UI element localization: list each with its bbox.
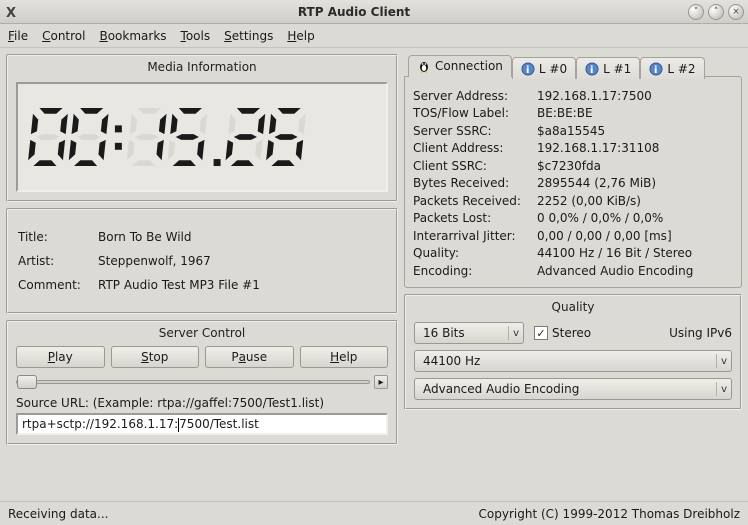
title-label: Title: [18, 230, 98, 244]
packets-lost-label: Packets Lost: [413, 211, 537, 225]
encoding-combo-value: Advanced Audio Encoding [423, 382, 579, 396]
source-url-input[interactable]: rtpa+sctp://192.168.1.17:7500/Test.list [16, 413, 388, 435]
connection-panel: Connection i L #0 i L #1 i [404, 54, 742, 288]
quality-value: 44100 Hz / 16 Bit / Stereo [537, 246, 692, 260]
info-icon: i [585, 62, 599, 76]
client-address-label: Client Address: [413, 141, 537, 155]
svg-text:i: i [654, 65, 657, 76]
artist-value: Steppenwolf, 1967 [98, 254, 211, 268]
position-slider[interactable]: ▸ [16, 374, 388, 390]
client-ssrc-label: Client SSRC: [413, 159, 537, 173]
packets-received-label: Packets Received: [413, 194, 537, 208]
help-button[interactable]: Help [300, 346, 389, 368]
titlebar: X RTP Audio Client ˅ ˄ × [0, 0, 748, 24]
info-icon: i [521, 62, 535, 76]
title-value: Born To Be Wild [98, 230, 191, 244]
tab-connection[interactable]: Connection [408, 55, 512, 77]
tos-value: BE:BE:BE [537, 106, 593, 120]
artist-label: Artist: [18, 254, 98, 268]
comment-label: Comment: [18, 278, 98, 292]
info-icon: i [649, 62, 663, 76]
menubar: File Control Bookmarks Tools Settings He… [0, 24, 748, 48]
statusbar: Receiving data... Copyright (C) 1999-201… [0, 501, 748, 525]
status-right: Copyright (C) 1999-2012 Thomas Dreibholz [479, 507, 740, 521]
encoding-combo[interactable]: Advanced Audio Encoding v [414, 378, 732, 400]
rate-combo-value: 44100 Hz [423, 354, 480, 368]
pause-button[interactable]: Pause [205, 346, 294, 368]
tab-l0-label: L #0 [539, 62, 567, 76]
stereo-label: Stereo [552, 326, 591, 340]
jitter-value: 0,00 / 0,00 / 0,00 [ms] [537, 229, 672, 243]
maximize-button[interactable]: ˄ [708, 4, 724, 20]
menu-settings[interactable]: Settings [224, 29, 273, 43]
close-button[interactable]: × [728, 4, 744, 20]
packets-lost-value: 0 0,0% / 0,0% / 0,0% [537, 211, 663, 225]
minimize-button[interactable]: ˅ [688, 4, 704, 20]
tab-l1[interactable]: i L #1 [576, 57, 640, 79]
track-info-panel: Title:Born To Be Wild Artist:Steppenwolf… [6, 208, 398, 314]
tab-l2-label: L #2 [667, 62, 695, 76]
svg-text:i: i [590, 65, 593, 76]
server-control-title: Server Control [8, 322, 396, 342]
quality-panel-title: Quality [406, 296, 740, 316]
rate-combo[interactable]: 44100 Hz v [414, 350, 732, 372]
packets-received-value: 2252 (0,00 KiB/s) [537, 194, 641, 208]
lcd-display [16, 82, 388, 192]
menu-tools[interactable]: Tools [181, 29, 211, 43]
tab-l2[interactable]: i L #2 [640, 57, 704, 79]
ipv6-label: Using IPv6 [669, 326, 732, 340]
server-ssrc-value: $a8a15545 [537, 124, 605, 138]
server-control-panel: Server Control Play Stop Pause Help ▸ So… [6, 320, 398, 445]
jitter-label: Interarrival Jitter: [413, 229, 537, 243]
server-ssrc-label: Server SSRC: [413, 124, 537, 138]
encoding-value: Advanced Audio Encoding [537, 264, 693, 278]
quality-panel: Quality 16 Bits v ✓ Stereo Using IPv6 44… [404, 294, 742, 410]
svg-text:X: X [6, 6, 16, 19]
chevron-down-icon: v [513, 328, 519, 339]
penguin-icon [417, 59, 431, 73]
stop-button[interactable]: Stop [111, 346, 200, 368]
bytes-received-value: 2895544 (2,76 MiB) [537, 176, 656, 190]
quality-label: Quality: [413, 246, 537, 260]
play-button[interactable]: Play [16, 346, 105, 368]
client-address-value: 192.168.1.17:31108 [537, 141, 659, 155]
tab-l1-label: L #1 [603, 62, 631, 76]
tab-connection-label: Connection [435, 59, 503, 73]
window-title: RTP Audio Client [26, 5, 682, 19]
menu-control[interactable]: Control [42, 29, 85, 43]
chevron-down-icon: v [721, 384, 727, 395]
bytes-received-label: Bytes Received: [413, 176, 537, 190]
stereo-checkbox[interactable]: ✓ [534, 326, 548, 340]
status-left: Receiving data... [8, 507, 108, 521]
menu-bookmarks[interactable]: Bookmarks [99, 29, 166, 43]
encoding-label: Encoding: [413, 264, 537, 278]
menu-help[interactable]: Help [287, 29, 314, 43]
bits-combo[interactable]: 16 Bits v [414, 322, 524, 344]
svg-text:i: i [526, 65, 529, 76]
comment-value: RTP Audio Test MP3 File #1 [98, 278, 260, 292]
server-address-label: Server Address: [413, 89, 537, 103]
media-info-title: Media Information [8, 56, 396, 76]
chevron-down-icon: v [721, 356, 727, 367]
client-ssrc-value: $c7230fda [537, 159, 601, 173]
slider-end-button[interactable]: ▸ [374, 375, 388, 389]
media-info-panel: Media Information [6, 54, 398, 202]
tab-l0[interactable]: i L #0 [512, 57, 576, 79]
menu-file[interactable]: File [8, 29, 28, 43]
app-icon: X [4, 4, 20, 20]
source-url-label: Source URL: (Example: rtpa://gaffel:7500… [16, 396, 388, 410]
server-address-value: 192.168.1.17:7500 [537, 89, 652, 103]
bits-combo-value: 16 Bits [423, 326, 465, 340]
tos-label: TOS/Flow Label: [413, 106, 537, 120]
